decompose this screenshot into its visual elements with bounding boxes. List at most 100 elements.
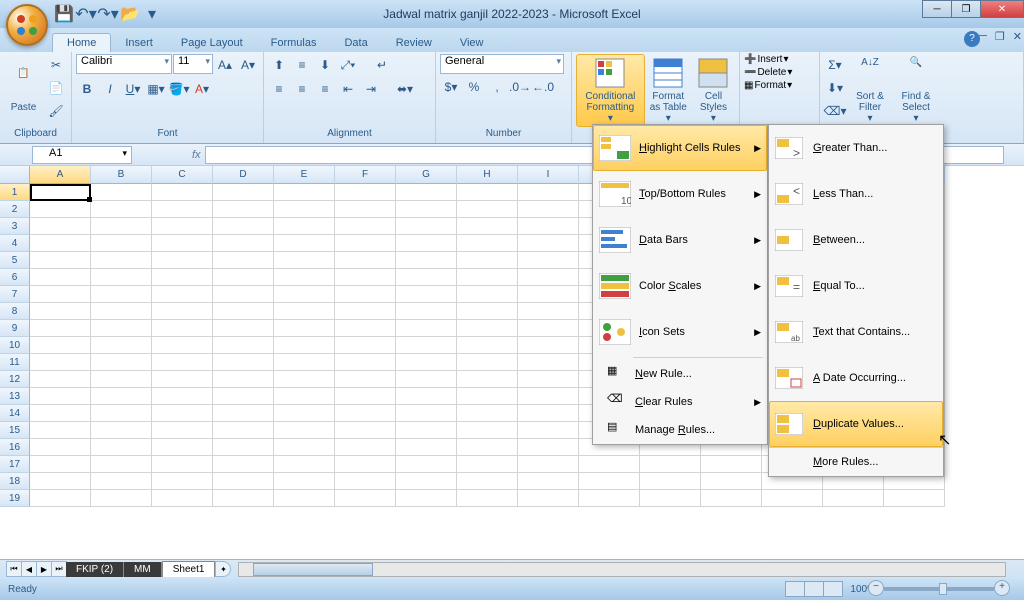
cell[interactable] xyxy=(701,473,762,490)
next-sheet-button[interactable]: ▶ xyxy=(36,561,52,577)
cell[interactable] xyxy=(30,184,91,201)
cell[interactable] xyxy=(396,201,457,218)
first-sheet-button[interactable]: ⏮ xyxy=(6,561,22,577)
cell[interactable] xyxy=(30,422,91,439)
cell[interactable] xyxy=(30,405,91,422)
find-select-button[interactable]: 🔍 Find & Select ▾ xyxy=(894,54,938,126)
redo-icon[interactable]: ↷▾ xyxy=(98,4,118,24)
number-format-combo[interactable]: General xyxy=(440,54,564,74)
save-icon[interactable]: 💾 xyxy=(54,4,74,24)
cell[interactable] xyxy=(91,303,152,320)
normal-view-button[interactable] xyxy=(785,581,805,597)
cell[interactable] xyxy=(30,235,91,252)
cell-styles-button[interactable]: Cell Styles ▾ xyxy=(692,54,735,127)
cell[interactable] xyxy=(274,201,335,218)
font-family-combo[interactable]: Calibri xyxy=(76,54,172,74)
cell[interactable] xyxy=(30,337,91,354)
cell[interactable] xyxy=(335,320,396,337)
cell[interactable] xyxy=(30,456,91,473)
paste-button[interactable]: 📋 Paste xyxy=(4,54,43,126)
cell[interactable] xyxy=(213,371,274,388)
close-button[interactable]: ✕ xyxy=(980,0,1024,18)
cell[interactable] xyxy=(518,286,579,303)
cell[interactable] xyxy=(335,218,396,235)
cell[interactable] xyxy=(335,337,396,354)
cell[interactable] xyxy=(91,218,152,235)
cell[interactable] xyxy=(30,269,91,286)
cell[interactable] xyxy=(91,473,152,490)
cell[interactable] xyxy=(579,456,640,473)
cell[interactable] xyxy=(91,269,152,286)
cell[interactable] xyxy=(518,422,579,439)
submenu-date-occurring[interactable]: A Date Occurring... xyxy=(769,355,943,401)
cell[interactable] xyxy=(152,235,213,252)
wrap-text-button[interactable]: ↵ xyxy=(360,54,404,76)
row-header[interactable]: 1 xyxy=(0,184,30,201)
cell[interactable] xyxy=(518,269,579,286)
cell[interactable] xyxy=(701,456,762,473)
cell[interactable] xyxy=(457,473,518,490)
cell[interactable] xyxy=(335,354,396,371)
cell[interactable] xyxy=(335,490,396,507)
tab-page-layout[interactable]: Page Layout xyxy=(167,34,257,52)
cell[interactable] xyxy=(884,490,945,507)
fill-color-button[interactable]: 🪣▾ xyxy=(168,78,190,100)
cell[interactable] xyxy=(213,201,274,218)
cell[interactable] xyxy=(396,405,457,422)
cell[interactable] xyxy=(335,252,396,269)
cell[interactable] xyxy=(335,269,396,286)
row-header[interactable]: 15 xyxy=(0,422,30,439)
cell[interactable] xyxy=(213,235,274,252)
cell[interactable] xyxy=(335,388,396,405)
cell[interactable] xyxy=(640,473,701,490)
menu-data-bars[interactable]: Data Bars▶ xyxy=(593,217,767,263)
row-header[interactable]: 5 xyxy=(0,252,30,269)
cell[interactable] xyxy=(274,218,335,235)
underline-button[interactable]: U▾ xyxy=(122,78,144,100)
cell[interactable] xyxy=(152,439,213,456)
new-sheet-button[interactable]: ✦ xyxy=(215,561,231,577)
cell[interactable] xyxy=(457,320,518,337)
cell[interactable] xyxy=(457,303,518,320)
orientation-button[interactable]: ⤢▾ xyxy=(337,54,359,76)
cell[interactable] xyxy=(91,184,152,201)
cell[interactable] xyxy=(396,337,457,354)
row-header[interactable]: 2 xyxy=(0,201,30,218)
comma-button[interactable]: , xyxy=(486,76,508,98)
cell[interactable] xyxy=(213,405,274,422)
copy-button[interactable]: 📄 xyxy=(45,77,67,99)
cell[interactable] xyxy=(457,218,518,235)
minimize-button[interactable]: ─ xyxy=(922,0,952,18)
tab-home[interactable]: Home xyxy=(52,33,111,52)
cell[interactable] xyxy=(335,303,396,320)
increase-indent-button[interactable]: ⇥ xyxy=(360,78,382,100)
cell[interactable] xyxy=(457,354,518,371)
shrink-font-button[interactable]: A▾ xyxy=(237,54,259,76)
open-icon[interactable]: 📂 xyxy=(120,4,140,24)
help-icon[interactable]: ? xyxy=(964,31,980,47)
column-header[interactable]: E xyxy=(274,166,335,184)
cell[interactable] xyxy=(30,303,91,320)
cell[interactable] xyxy=(152,184,213,201)
menu-color-scales[interactable]: Color Scales▶ xyxy=(593,263,767,309)
cell[interactable] xyxy=(274,252,335,269)
cell[interactable] xyxy=(152,405,213,422)
cell[interactable] xyxy=(30,490,91,507)
tab-formulas[interactable]: Formulas xyxy=(257,34,331,52)
cell[interactable] xyxy=(518,354,579,371)
menu-new-rule[interactable]: ▦New Rule... xyxy=(593,360,767,388)
cell[interactable] xyxy=(91,422,152,439)
percent-button[interactable]: % xyxy=(463,76,485,98)
column-header[interactable]: D xyxy=(213,166,274,184)
cell[interactable] xyxy=(91,320,152,337)
cell[interactable] xyxy=(152,252,213,269)
cell[interactable] xyxy=(274,490,335,507)
sheet-tab-fkip[interactable]: FKIP (2) xyxy=(66,562,124,577)
row-header[interactable]: 10 xyxy=(0,337,30,354)
cell[interactable] xyxy=(274,388,335,405)
cell[interactable] xyxy=(518,303,579,320)
zoom-slider-thumb[interactable] xyxy=(939,583,947,595)
mdi-restore-button[interactable]: ❐ xyxy=(995,30,1005,43)
cell[interactable] xyxy=(213,269,274,286)
cell[interactable] xyxy=(396,184,457,201)
